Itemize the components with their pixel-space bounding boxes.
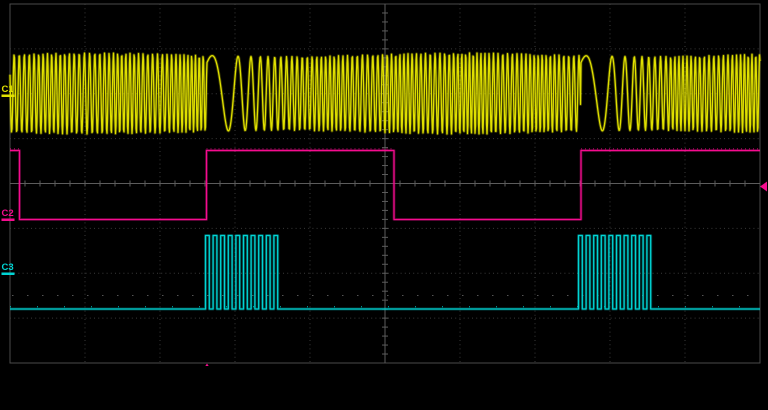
channel-marker-label-c3[interactable]: C3 — [2, 262, 14, 273]
channel-marker-label-c2[interactable]: C2 — [2, 208, 14, 219]
channel-marker-label-c1[interactable]: C1 — [2, 84, 15, 95]
waveform-display: C1 C2 C3 — [0, 0, 768, 366]
status-bar: C1 DC50 500 mV/div 1.000 V offset C2 DC5… — [0, 366, 768, 410]
channel-zero-marker-c2[interactable] — [2, 219, 15, 222]
channel-zero-marker-c1[interactable] — [2, 95, 15, 98]
channel-zero-marker-c3[interactable] — [2, 273, 15, 276]
oscilloscope-screen: C1 C2 C3 C1 DC50 500 mV/div 1.000 V offset… — [0, 0, 768, 410]
trigger-level-marker[interactable] — [760, 182, 767, 192]
